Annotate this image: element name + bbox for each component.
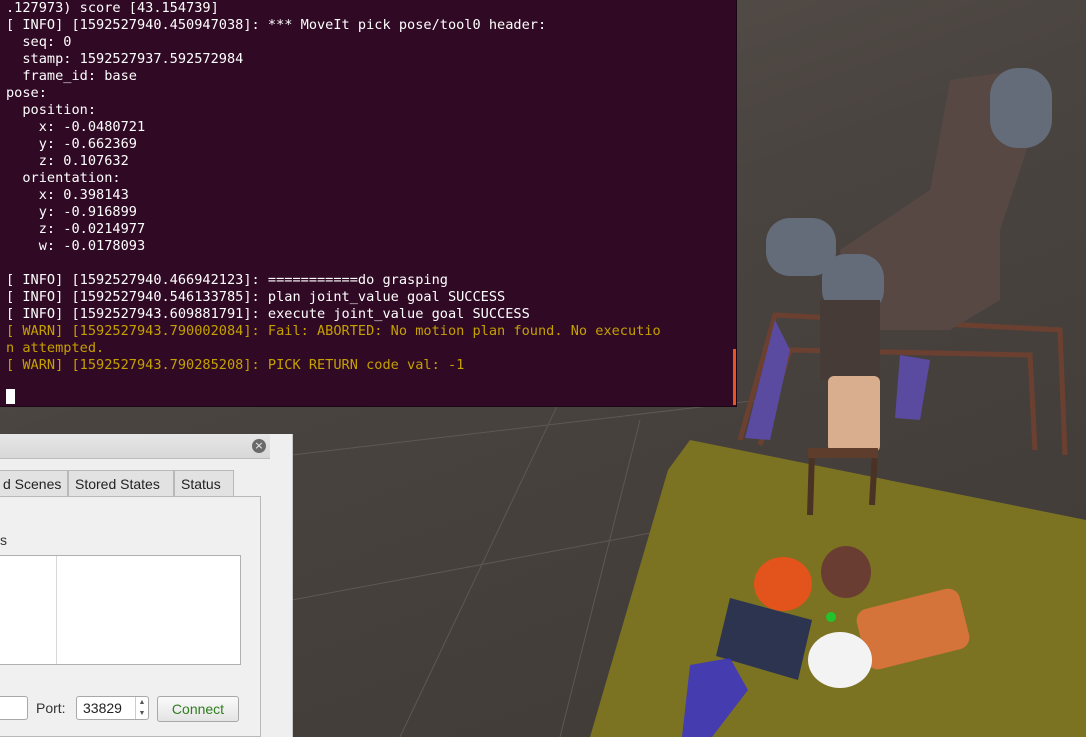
- port-label: Port:: [36, 700, 66, 716]
- stand-panel-right: [895, 355, 930, 420]
- terminal-cursor: [6, 389, 15, 404]
- terminal-line: position:: [6, 102, 97, 118]
- terminal-line: x: 0.398143: [6, 187, 129, 203]
- robot-arm: [766, 68, 1052, 516]
- terminal-output: .127973) score [43.154739][ INFO] [15925…: [0, 0, 736, 374]
- terminal-line: seq: 0: [6, 34, 72, 50]
- host-input[interactable]: [0, 696, 28, 720]
- tab-stored-states[interactable]: Stored States: [68, 470, 174, 496]
- port-spinbox[interactable]: 33829 ▲ ▼: [76, 696, 149, 720]
- terminal-line: pose:: [6, 85, 47, 101]
- grasp-target-marker: [826, 612, 836, 622]
- port-value: 33829: [83, 700, 122, 716]
- connect-button[interactable]: Connect: [157, 696, 239, 722]
- tab-status[interactable]: Status: [174, 470, 234, 496]
- terminal-warn-line: [ WARN] [1592527943.790285208]: PICK RET…: [6, 357, 465, 373]
- terminal-line: [ INFO] [1592527943.609881791]: execute …: [6, 306, 530, 322]
- terminal-line: [ INFO] [1592527940.450947038]: *** Move…: [6, 17, 547, 33]
- terminal-line: z: -0.0214977: [6, 221, 146, 237]
- terminal-line: stamp: 1592527937.592572984: [6, 51, 244, 67]
- terminal-scrollbar[interactable]: [733, 349, 736, 405]
- terminal-line: x: -0.0480721: [6, 119, 146, 135]
- list-column-divider: [56, 556, 57, 664]
- panel-title-bar: ×: [0, 434, 270, 459]
- terminal-line: orientation:: [6, 170, 121, 186]
- terminal-window[interactable]: .127973) score [43.154739][ INFO] [15925…: [0, 0, 737, 407]
- terminal-line: y: -0.662369: [6, 136, 137, 152]
- terminal-line: [ INFO] [1592527940.466942123]: ========…: [6, 272, 448, 288]
- scene-list[interactable]: [0, 555, 241, 665]
- close-icon[interactable]: ×: [252, 439, 266, 453]
- terminal-line: z: 0.107632: [6, 153, 129, 169]
- tomato-object: [754, 557, 812, 611]
- terminal-line: frame_id: base: [6, 68, 137, 84]
- spin-arrows-icon[interactable]: ▲ ▼: [135, 697, 148, 719]
- cup-object: [808, 632, 872, 688]
- list-label: s: [0, 532, 7, 548]
- terminal-warn-line: n attempted.: [6, 340, 105, 356]
- terminal-line: [ INFO] [1592527940.546133785]: plan joi…: [6, 289, 506, 305]
- motion-planning-panel: × d Scenes Stored States Status s Port: …: [0, 434, 293, 737]
- terminal-warn-line: [ WARN] [1592527943.790002084]: Fail: AB…: [6, 323, 661, 339]
- terminal-line: y: -0.916899: [6, 204, 137, 220]
- terminal-line: w: -0.0178093: [6, 238, 146, 254]
- tab-stored-scenes[interactable]: d Scenes: [0, 470, 68, 496]
- terminal-line: .127973) score [43.154739]: [6, 0, 219, 16]
- fruit-object: [821, 546, 871, 598]
